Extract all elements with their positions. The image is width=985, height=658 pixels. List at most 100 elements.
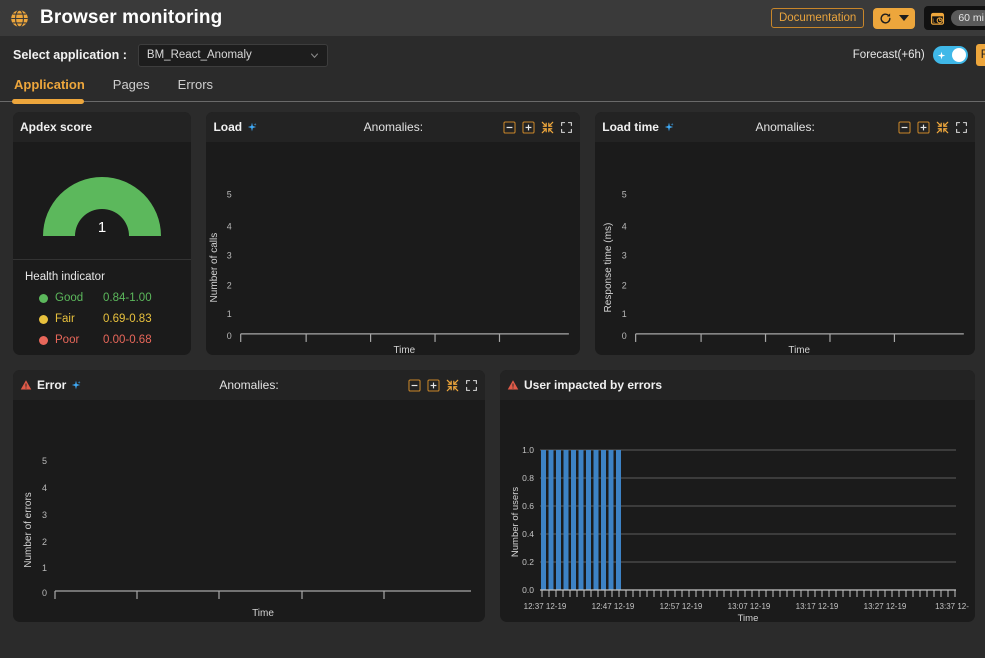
calendar-clock-icon[interactable]: L — [930, 11, 945, 26]
panel-load: Load Anomalies: 5 4 3 2 1 0 Number of ca… — [206, 112, 581, 355]
panel-header: Error Anomalies: — [13, 370, 485, 400]
collapse-icon[interactable] — [446, 379, 459, 392]
legend-label-fair: Fair — [55, 313, 75, 325]
svg-text:2: 2 — [227, 281, 232, 291]
panel-header: Load Anomalies: — [206, 112, 581, 142]
svg-text:13:37 12-: 13:37 12- — [935, 602, 969, 611]
top-bar: Browser monitoring Documentation L 60 mi — [0, 0, 985, 36]
time-range-selector[interactable]: L 60 mi — [924, 6, 985, 30]
ai-sparkle-icon — [72, 380, 81, 390]
panel-toolbar — [408, 378, 478, 392]
tab-errors[interactable]: Errors — [178, 74, 213, 92]
panel-title-error: Error — [20, 378, 81, 392]
panel-title-apdex: Apdex score — [20, 120, 93, 134]
svg-text:13:17 12-19: 13:17 12-19 — [796, 602, 839, 611]
apdex-gauge-arc: 1 — [43, 176, 162, 236]
svg-text:2: 2 — [42, 537, 47, 547]
legend-label-poor: Poor — [55, 334, 80, 346]
zoom-out-icon[interactable] — [503, 120, 516, 134]
chart-error: 5 4 3 2 1 0 Number of errors Time — [23, 456, 471, 619]
apdex-gauge: 1 — [13, 142, 192, 260]
application-select-value: BM_React_Anomaly — [146, 49, 252, 61]
dashboard-row-2: Error Anomalies: 5 4 3 2 1 0 Number of e… — [13, 370, 975, 622]
legend-range-fair: 0.69-0.83 — [103, 313, 152, 325]
legend-item-poor: Poor 0.00-0.68 — [25, 334, 191, 346]
svg-text:13:07 12-19: 13:07 12-19 — [728, 602, 771, 611]
panel-title-users-text: User impacted by errors — [524, 378, 663, 392]
zoom-in-icon[interactable] — [427, 378, 440, 392]
svg-text:0: 0 — [227, 331, 232, 341]
svg-text:1: 1 — [42, 563, 47, 573]
ai-sparkle-icon — [247, 122, 257, 132]
svg-text:0.0: 0.0 — [522, 585, 534, 595]
globe-icon — [11, 9, 28, 27]
tab-bar: Application Pages Errors — [0, 74, 985, 106]
legend-item-fair: Fair 0.69-0.83 — [25, 313, 191, 325]
legend-label-good: Good — [55, 292, 84, 304]
panel-header: User impacted by errors — [500, 370, 975, 400]
top-bar-actions: Documentation L 60 mi — [770, 0, 985, 36]
apdex-value: 1 — [98, 219, 106, 236]
forecast-toggle[interactable] — [932, 46, 968, 64]
time-range-value[interactable]: 60 mi — [951, 10, 985, 26]
svg-text:3: 3 — [42, 510, 47, 520]
forecast-label: Forecast(+6h) — [852, 49, 925, 61]
chart-area-load: 5 4 3 2 1 0 Number of calls Time — [206, 142, 580, 355]
documentation-button[interactable]: Documentation — [770, 8, 865, 28]
panel-title-load: Load — [213, 120, 257, 134]
zoom-out-icon[interactable] — [408, 378, 421, 392]
panel-error: Error Anomalies: 5 4 3 2 1 0 Number of e… — [13, 370, 485, 622]
panel-title-load-time-text: Load time — [602, 120, 659, 134]
svg-text:0: 0 — [42, 588, 47, 598]
svg-text:Time: Time — [394, 345, 416, 355]
svg-text:0.4: 0.4 — [522, 529, 534, 539]
svg-text:0.8: 0.8 — [522, 473, 534, 483]
panel-header: Load time Anomalies: — [595, 112, 975, 142]
application-select[interactable]: BM_React_Anomaly — [137, 43, 328, 67]
health-indicator-title: Health indicator — [25, 271, 105, 283]
anomalies-label: Anomalies: — [363, 120, 424, 134]
svg-text:4: 4 — [42, 483, 47, 493]
zoom-out-icon[interactable] — [898, 120, 911, 134]
forecast-controls: Forecast(+6h) R — [853, 36, 985, 74]
refresh-icon[interactable] — [879, 12, 892, 25]
collapse-icon[interactable] — [936, 121, 949, 134]
warning-triangle-icon — [507, 380, 519, 390]
zoom-in-icon[interactable] — [917, 120, 930, 134]
svg-text:Number of calls: Number of calls — [209, 233, 220, 303]
tab-pages[interactable]: Pages — [113, 74, 150, 92]
fullscreen-icon[interactable] — [955, 121, 968, 134]
collapse-icon[interactable] — [541, 121, 554, 134]
chart-area-error: 5 4 3 2 1 0 Number of errors Time — [13, 400, 485, 622]
panel-load-time: Load time Anomalies: 5 4 3 2 1 0 Respons… — [595, 112, 975, 355]
refresh-control-group[interactable] — [873, 7, 916, 29]
svg-text:2: 2 — [622, 281, 627, 291]
chart-load-time: 5 4 3 2 1 0 Response time (ms) Time — [603, 189, 965, 355]
status-dot-poor — [39, 335, 48, 345]
tab-application[interactable]: Application — [14, 74, 85, 92]
health-indicator-legend: Health indicator Good 0.84-1.00 Fair 0.6… — [13, 260, 191, 355]
svg-text:0.2: 0.2 — [522, 557, 534, 567]
edge-action-button[interactable]: R — [975, 44, 985, 66]
panel-title-users: User impacted by errors — [507, 378, 662, 392]
svg-text:0: 0 — [622, 331, 627, 341]
panel-toolbar — [503, 120, 573, 134]
chart-load: 5 4 3 2 1 0 Number of calls Time — [209, 189, 570, 355]
panel-apdex-score: Apdex score 1 Health indicator Good 0.84… — [13, 112, 192, 355]
svg-text:3: 3 — [227, 250, 232, 260]
chart-area-users: 1.0 0.8 0.6 0.4 0.2 0.0 Number of users — [500, 400, 975, 622]
bar-series-users — [541, 450, 621, 590]
svg-text:12:47 12-19: 12:47 12-19 — [592, 602, 635, 611]
legend-item-good: Good 0.84-1.00 — [25, 292, 191, 304]
zoom-in-icon[interactable] — [522, 120, 535, 134]
svg-text:5: 5 — [227, 189, 232, 199]
fullscreen-icon[interactable] — [465, 379, 478, 392]
tab-rule — [0, 101, 985, 102]
ai-sparkle-icon — [937, 51, 945, 59]
chevron-down-icon[interactable] — [310, 51, 319, 60]
chart-users: 1.0 0.8 0.6 0.4 0.2 0.0 Number of users — [510, 445, 969, 622]
svg-text:4: 4 — [622, 221, 627, 231]
dashboard-row-1: Apdex score 1 Health indicator Good 0.84… — [13, 112, 975, 355]
fullscreen-icon[interactable] — [560, 121, 573, 134]
chevron-down-icon[interactable] — [899, 15, 910, 21]
